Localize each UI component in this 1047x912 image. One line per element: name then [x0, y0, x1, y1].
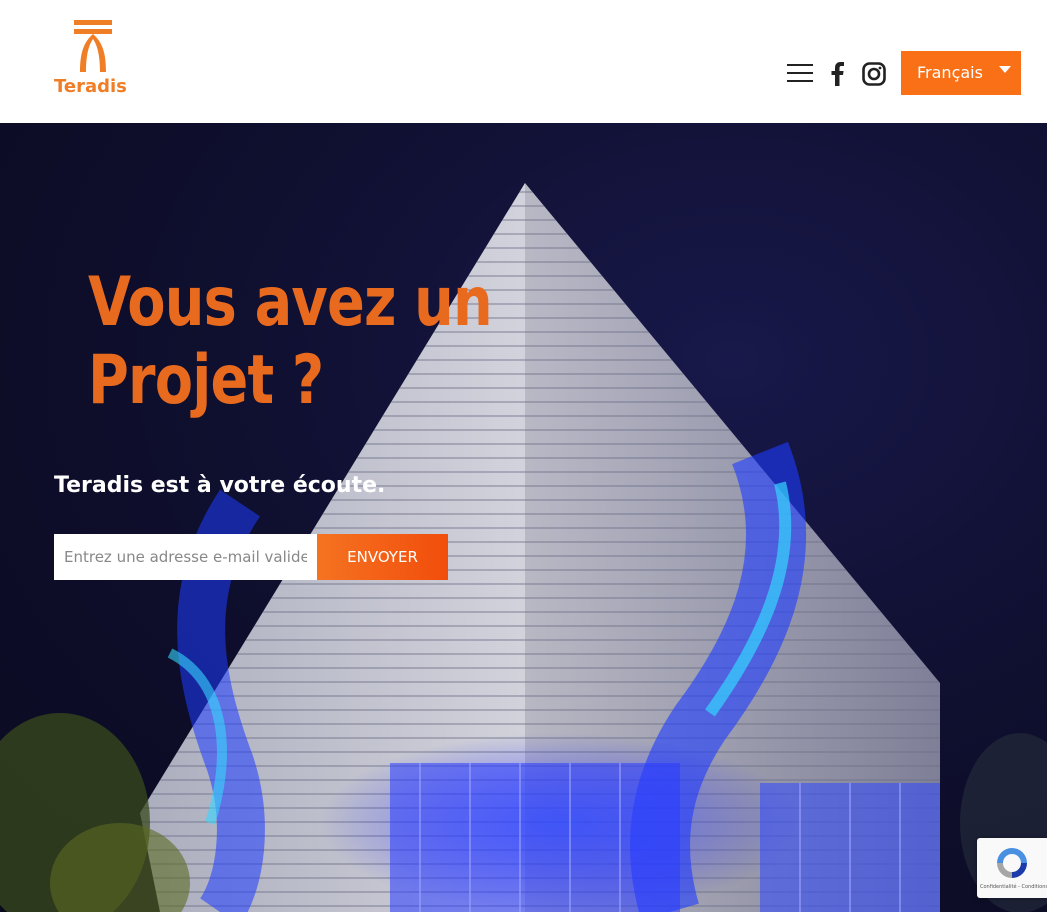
logo-wordmark: Teradis — [54, 76, 127, 97]
language-label: Français — [917, 63, 983, 82]
site-header: Teradis Français — [0, 0, 1047, 123]
teradis-logo[interactable]: Teradis — [54, 18, 134, 98]
send-button[interactable]: ENVOYER — [317, 534, 448, 580]
logo-mark-icon — [74, 20, 112, 72]
hamburger-menu-icon[interactable] — [787, 62, 813, 84]
caret-down-icon — [999, 66, 1011, 73]
hero-headline: Vous avez un Projet ? — [88, 263, 493, 420]
facebook-icon[interactable] — [829, 62, 847, 86]
headline-line-1: Vous avez un — [88, 263, 493, 342]
hero-background-image — [0, 183, 1047, 912]
recaptcha-icon — [997, 848, 1027, 878]
hero-section: Vous avez un Projet ? Teradis est à votr… — [0, 123, 1047, 912]
instagram-icon[interactable] — [862, 62, 886, 86]
email-input[interactable] — [54, 534, 317, 580]
headline-line-2: Projet ? — [88, 341, 324, 420]
hero-tagline: Teradis est à votre écoute. — [54, 473, 386, 498]
recaptcha-badge[interactable]: Confidentialité - Conditions — [977, 838, 1047, 898]
language-select[interactable]: Français — [901, 51, 1021, 95]
recaptcha-footer-text[interactable]: Confidentialité - Conditions — [980, 884, 1047, 890]
